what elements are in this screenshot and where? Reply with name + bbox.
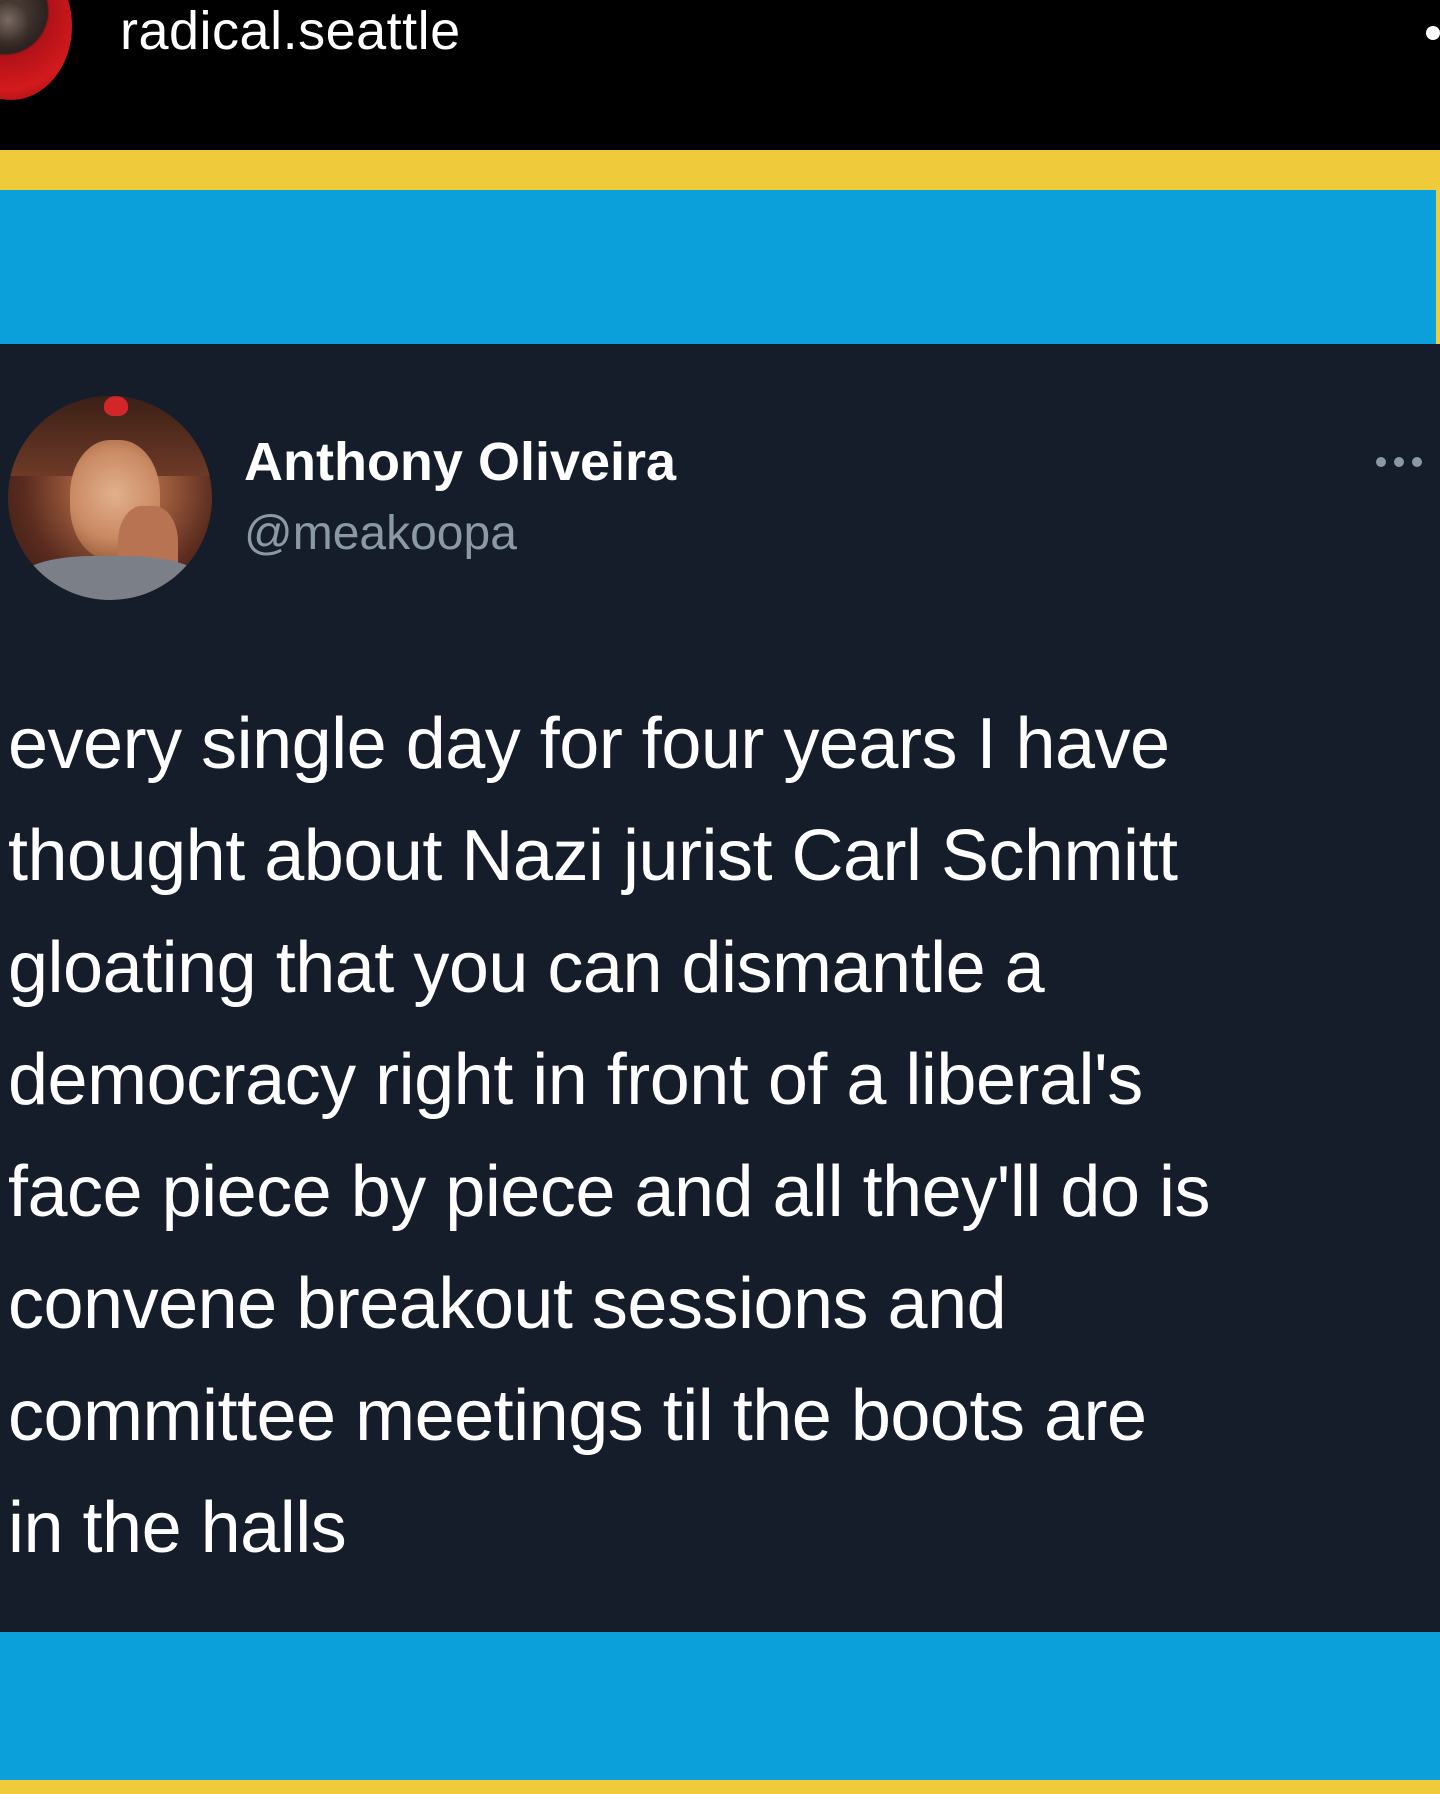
frame-yellow-top	[0, 150, 1440, 190]
tweet-author-handle[interactable]: @meakoopa	[244, 506, 517, 562]
account-username[interactable]: radical.seattle	[120, 0, 461, 62]
instagram-post: radical.seattle Anthony Oliveira @meakoo…	[0, 0, 1440, 1794]
ellipsis-dot	[1394, 457, 1404, 467]
frame-blue-bottom	[0, 1632, 1440, 1780]
post-header: radical.seattle	[0, 0, 1440, 150]
tweet-author-avatar[interactable]	[8, 396, 212, 600]
heart-icon	[104, 396, 128, 416]
frame-blue-top	[0, 190, 1436, 344]
tweet-card: Anthony Oliveira @meakoopa every single …	[0, 344, 1440, 1632]
avatar-shirt	[18, 556, 202, 600]
ellipsis-icon[interactable]	[1376, 452, 1436, 472]
more-dot-icon[interactable]	[1426, 26, 1440, 40]
ellipsis-dot	[1376, 457, 1386, 467]
frame-yellow-bottom	[0, 1780, 1440, 1794]
tweet-author-name[interactable]: Anthony Oliveira	[244, 430, 676, 494]
tweet-body: every single day for four years I have t…	[8, 704, 1211, 1568]
avatar-image	[0, 0, 28, 50]
ellipsis-dot	[1412, 457, 1422, 467]
account-avatar[interactable]	[0, 0, 72, 100]
